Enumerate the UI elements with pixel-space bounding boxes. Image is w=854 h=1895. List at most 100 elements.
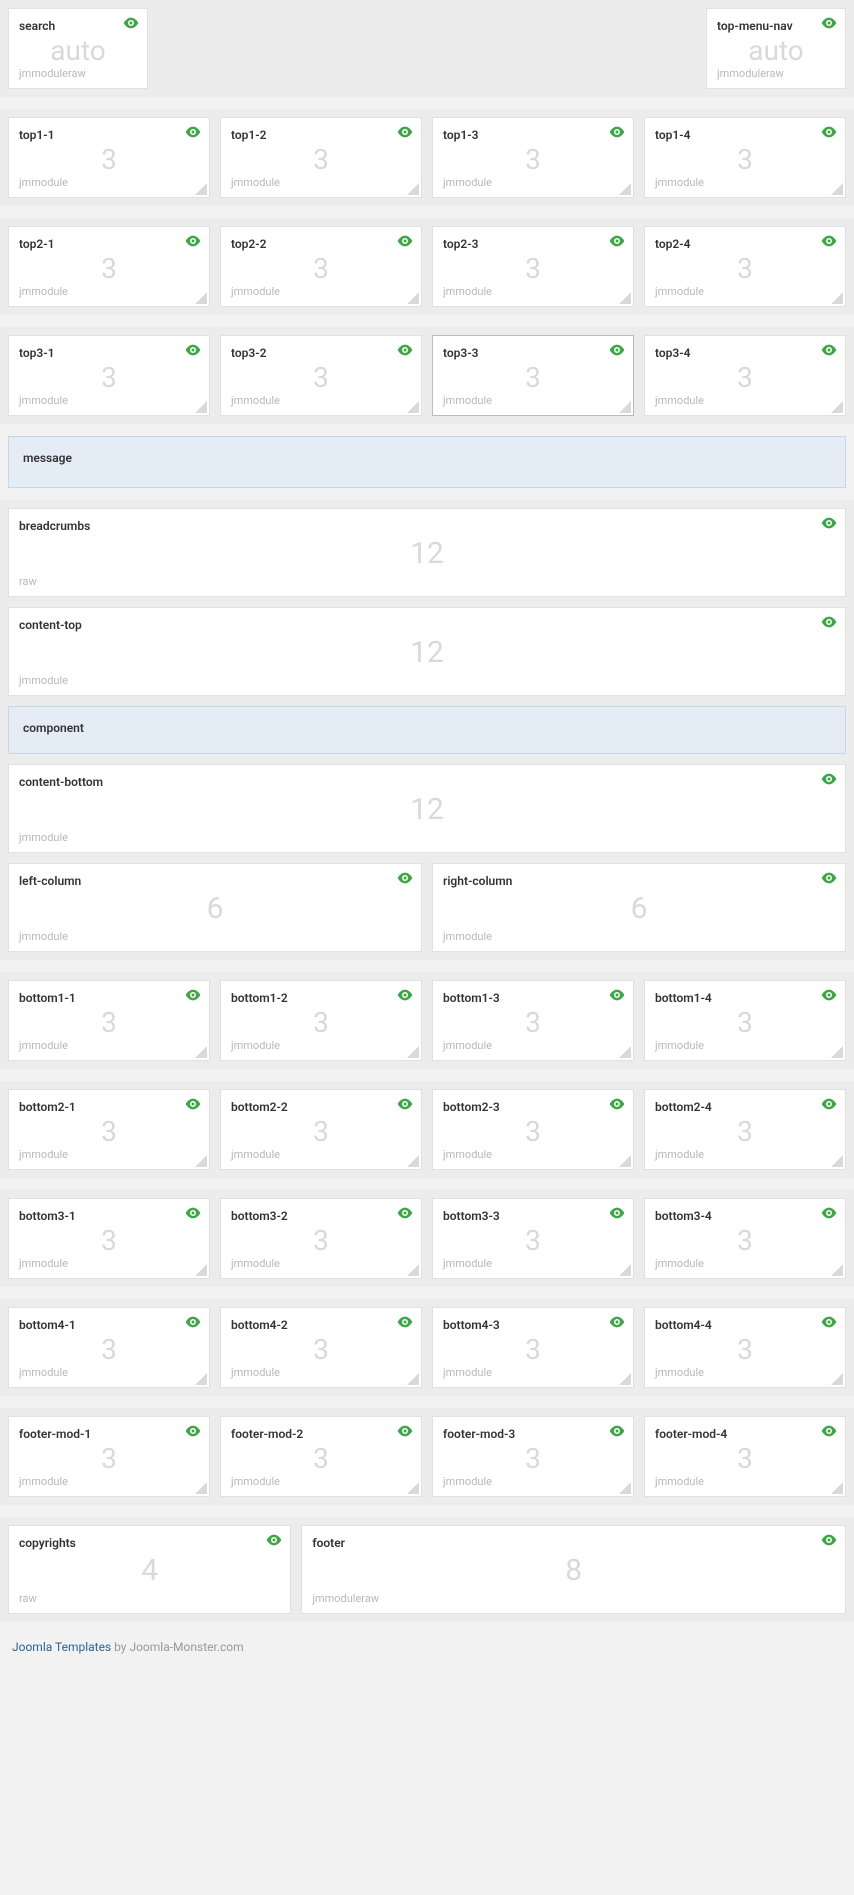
- position-bottom4-3[interactable]: bottom4-33jmmodule: [432, 1307, 634, 1388]
- resize-handle[interactable]: [407, 1155, 419, 1167]
- eye-icon[interactable]: [185, 989, 201, 1001]
- position-top3-2[interactable]: top3-23jmmodule: [220, 335, 422, 416]
- eye-icon[interactable]: [123, 17, 139, 29]
- position-footer-mod-1[interactable]: footer-mod-13jmmodule: [8, 1416, 210, 1497]
- eye-icon[interactable]: [821, 126, 837, 138]
- position-bottom3-2[interactable]: bottom3-23jmmodule: [220, 1198, 422, 1279]
- eye-icon[interactable]: [609, 235, 625, 247]
- position-bottom4-1[interactable]: bottom4-13jmmodule: [8, 1307, 210, 1388]
- position-left-column[interactable]: left-column6jmmodule: [8, 863, 422, 952]
- eye-icon[interactable]: [397, 126, 413, 138]
- message-section[interactable]: message: [8, 436, 846, 488]
- resize-handle[interactable]: [407, 292, 419, 304]
- eye-icon[interactable]: [609, 126, 625, 138]
- resize-handle[interactable]: [619, 183, 631, 195]
- credits-link[interactable]: Joomla Templates: [12, 1640, 111, 1654]
- position-bottom3-3[interactable]: bottom3-33jmmodule: [432, 1198, 634, 1279]
- eye-icon[interactable]: [821, 17, 837, 29]
- resize-handle[interactable]: [407, 1482, 419, 1494]
- position-copyrights[interactable]: copyrights4raw: [8, 1525, 291, 1614]
- resize-handle[interactable]: [831, 1373, 843, 1385]
- eye-icon[interactable]: [609, 1207, 625, 1219]
- resize-handle[interactable]: [831, 1482, 843, 1494]
- resize-handle[interactable]: [195, 183, 207, 195]
- eye-icon[interactable]: [609, 1316, 625, 1328]
- position-top-menu-nav[interactable]: top-menu-navautojmmoduleraw: [706, 8, 846, 89]
- eye-icon[interactable]: [185, 1098, 201, 1110]
- eye-icon[interactable]: [821, 344, 837, 356]
- position-top1-1[interactable]: top1-13jmmodule: [8, 117, 210, 198]
- resize-handle[interactable]: [195, 1046, 207, 1058]
- resize-handle[interactable]: [619, 1046, 631, 1058]
- resize-handle[interactable]: [195, 1264, 207, 1276]
- eye-icon[interactable]: [821, 616, 837, 628]
- position-top2-2[interactable]: top2-23jmmodule: [220, 226, 422, 307]
- position-bottom2-3[interactable]: bottom2-33jmmodule: [432, 1089, 634, 1170]
- eye-icon[interactable]: [185, 235, 201, 247]
- position-bottom4-4[interactable]: bottom4-43jmmodule: [644, 1307, 846, 1388]
- position-top1-4[interactable]: top1-43jmmodule: [644, 117, 846, 198]
- eye-icon[interactable]: [185, 1425, 201, 1437]
- resize-handle[interactable]: [619, 292, 631, 304]
- resize-handle[interactable]: [619, 1155, 631, 1167]
- eye-icon[interactable]: [821, 1534, 837, 1546]
- resize-handle[interactable]: [619, 1482, 631, 1494]
- position-footer-mod-3[interactable]: footer-mod-33jmmodule: [432, 1416, 634, 1497]
- position-bottom1-2[interactable]: bottom1-23jmmodule: [220, 980, 422, 1061]
- eye-icon[interactable]: [185, 1207, 201, 1219]
- resize-handle[interactable]: [831, 1264, 843, 1276]
- position-bottom2-1[interactable]: bottom2-13jmmodule: [8, 1089, 210, 1170]
- position-bottom2-4[interactable]: bottom2-43jmmodule: [644, 1089, 846, 1170]
- resize-handle[interactable]: [195, 1155, 207, 1167]
- position-top3-3[interactable]: top3-33jmmodule: [432, 335, 634, 416]
- position-bottom4-2[interactable]: bottom4-23jmmodule: [220, 1307, 422, 1388]
- resize-handle[interactable]: [195, 401, 207, 413]
- resize-handle[interactable]: [619, 401, 631, 413]
- position-content-bottom[interactable]: content-bottom12jmmodule: [8, 764, 846, 853]
- position-bottom3-4[interactable]: bottom3-43jmmodule: [644, 1198, 846, 1279]
- eye-icon[interactable]: [821, 1098, 837, 1110]
- eye-icon[interactable]: [185, 344, 201, 356]
- resize-handle[interactable]: [619, 1264, 631, 1276]
- position-breadcrumbs[interactable]: breadcrumbs12raw: [8, 508, 846, 597]
- resize-handle[interactable]: [195, 1373, 207, 1385]
- position-bottom2-2[interactable]: bottom2-23jmmodule: [220, 1089, 422, 1170]
- resize-handle[interactable]: [831, 183, 843, 195]
- position-top1-3[interactable]: top1-33jmmodule: [432, 117, 634, 198]
- eye-icon[interactable]: [821, 989, 837, 1001]
- position-content-top[interactable]: content-top12jmmodule: [8, 607, 846, 696]
- eye-icon[interactable]: [185, 126, 201, 138]
- eye-icon[interactable]: [397, 235, 413, 247]
- resize-handle[interactable]: [195, 1482, 207, 1494]
- eye-icon[interactable]: [397, 1098, 413, 1110]
- eye-icon[interactable]: [821, 235, 837, 247]
- position-top2-4[interactable]: top2-43jmmodule: [644, 226, 846, 307]
- position-footer-mod-2[interactable]: footer-mod-23jmmodule: [220, 1416, 422, 1497]
- eye-icon[interactable]: [397, 989, 413, 1001]
- resize-handle[interactable]: [407, 183, 419, 195]
- eye-icon[interactable]: [185, 1316, 201, 1328]
- position-top1-2[interactable]: top1-23jmmodule: [220, 117, 422, 198]
- eye-icon[interactable]: [821, 872, 837, 884]
- eye-icon[interactable]: [821, 1207, 837, 1219]
- position-bottom1-4[interactable]: bottom1-43jmmodule: [644, 980, 846, 1061]
- position-bottom1-1[interactable]: bottom1-13jmmodule: [8, 980, 210, 1061]
- resize-handle[interactable]: [407, 401, 419, 413]
- eye-icon[interactable]: [397, 872, 413, 884]
- resize-handle[interactable]: [407, 1373, 419, 1385]
- position-search[interactable]: searchautojmmoduleraw: [8, 8, 148, 89]
- eye-icon[interactable]: [397, 1425, 413, 1437]
- resize-handle[interactable]: [831, 401, 843, 413]
- position-top2-3[interactable]: top2-33jmmodule: [432, 226, 634, 307]
- eye-icon[interactable]: [609, 1425, 625, 1437]
- position-footer-mod-4[interactable]: footer-mod-43jmmodule: [644, 1416, 846, 1497]
- eye-icon[interactable]: [397, 1207, 413, 1219]
- resize-handle[interactable]: [407, 1264, 419, 1276]
- position-top3-1[interactable]: top3-13jmmodule: [8, 335, 210, 416]
- resize-handle[interactable]: [831, 292, 843, 304]
- position-footer[interactable]: footer8jmmoduleraw: [301, 1525, 846, 1614]
- resize-handle[interactable]: [195, 292, 207, 304]
- eye-icon[interactable]: [821, 517, 837, 529]
- eye-icon[interactable]: [821, 1425, 837, 1437]
- position-bottom3-1[interactable]: bottom3-13jmmodule: [8, 1198, 210, 1279]
